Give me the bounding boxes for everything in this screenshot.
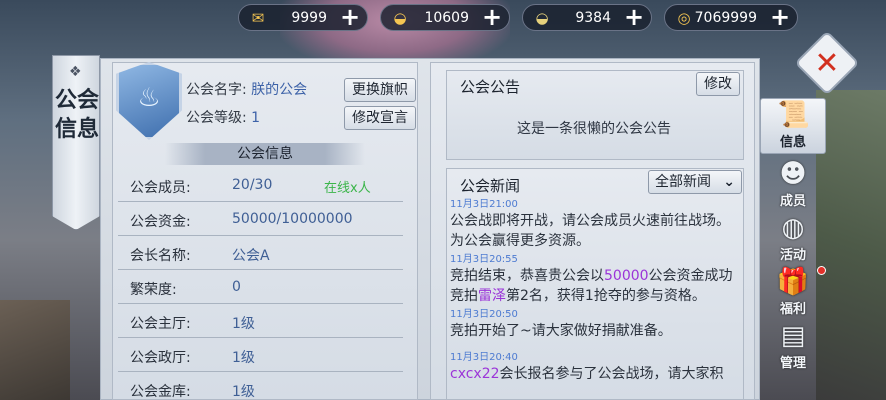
tab-info[interactable]: 📜 信息 bbox=[760, 98, 826, 154]
resource-copper-coin: ◎ 7069999 + bbox=[664, 4, 798, 31]
online-count: 在线x人 bbox=[324, 181, 371, 196]
ribbon-title: 公会信息 bbox=[54, 88, 99, 142]
news-highlight[interactable]: 雷泽 bbox=[478, 288, 506, 304]
info-key: 公会成员: bbox=[130, 180, 191, 196]
guild-level: 公会等级: 1 bbox=[186, 107, 260, 127]
tab-label: 福利 bbox=[779, 302, 806, 317]
resource-value: 7069999 bbox=[694, 10, 757, 26]
news-highlight[interactable]: cxcx22 bbox=[450, 366, 500, 382]
notification-dot bbox=[817, 266, 826, 275]
news-text: cxcx22会长报名参与了公会战场，请大家积 bbox=[450, 364, 742, 384]
info-key: 繁荣度: bbox=[130, 282, 177, 298]
resource-silver-ingot: ◒ 9384 + bbox=[522, 4, 652, 31]
guild-name-label: 公会名字: bbox=[186, 82, 247, 98]
info-row-govt-hall: 公会政厅: 1级 bbox=[118, 340, 403, 372]
info-key: 公会资金: bbox=[130, 214, 191, 230]
news-time: 11月3日20:50 bbox=[450, 309, 518, 320]
guild-info-ribbon: ❖ 公会信息 bbox=[52, 55, 100, 230]
news-text: 竞拍开始了~请大家做好捐献准备。 bbox=[450, 323, 672, 339]
info-value: 50000/10000000 bbox=[232, 211, 353, 227]
news-time: 11月3日21:00 bbox=[450, 199, 518, 210]
change-banner-button[interactable]: 更换旗帜 bbox=[344, 78, 416, 102]
resource-red-envelope: ✉ 9999 + bbox=[238, 4, 368, 31]
info-value: 1级 bbox=[232, 350, 255, 366]
tab-label: 管理 bbox=[779, 356, 806, 371]
edit-notice-button[interactable]: 修改 bbox=[696, 72, 740, 96]
tab-manage[interactable]: ▤ 管理 bbox=[760, 320, 826, 376]
info-key: 公会金库: bbox=[130, 384, 191, 400]
news-item: 11月3日20:50 竞拍开始了~请大家做好捐献准备。 bbox=[450, 308, 742, 341]
silver-ingot-icon: ◒ bbox=[535, 9, 549, 27]
news-item: 11月3日21:00 公会战即将开战，请公会成员火速前往战场。为公会赢得更多资源… bbox=[450, 198, 742, 251]
notice-title: 公会公告 bbox=[460, 78, 521, 96]
news-text-part: 竞拍结束，恭喜贵公会以 bbox=[450, 268, 604, 284]
tab-members[interactable]: ☻ 成员 bbox=[760, 158, 826, 214]
news-list[interactable]: 11月3日21:00 公会战即将开战，请公会成员火速前往战场。为公会赢得更多资源… bbox=[450, 196, 742, 400]
activity-icon: ◍ bbox=[781, 213, 805, 243]
add-resource-button[interactable]: + bbox=[481, 5, 503, 29]
info-value: 1级 bbox=[232, 384, 255, 400]
tab-label: 活动 bbox=[779, 248, 806, 263]
resource-value: 9999 bbox=[291, 10, 327, 26]
add-resource-button[interactable]: + bbox=[623, 5, 645, 29]
tab-label: 信息 bbox=[779, 135, 806, 150]
info-row-members: 公会成员: 20/30 在线x人 bbox=[118, 170, 403, 202]
info-key: 公会主厅: bbox=[130, 316, 191, 332]
resource-gold-ingot: ◒ 10609 + bbox=[380, 4, 510, 31]
resource-value: 10609 bbox=[424, 10, 469, 26]
news-text: 竞拍结束，恭喜贵公会以50000公会资金成功竞拍雷泽第2名，获得1抢夺的参与资格… bbox=[450, 266, 742, 306]
news-filter-dropdown[interactable]: 全部新闻 ⌄ bbox=[648, 170, 742, 194]
resource-value: 9384 bbox=[575, 10, 611, 26]
chevron-down-icon: ⌄ bbox=[723, 174, 735, 190]
add-resource-button[interactable]: + bbox=[769, 5, 791, 29]
info-row-funds: 公会资金: 50000/10000000 bbox=[118, 204, 403, 236]
news-time: 11月3日20:40 bbox=[450, 352, 518, 363]
background-cliff bbox=[816, 90, 886, 400]
info-value: 1级 bbox=[232, 316, 255, 332]
background-rock bbox=[0, 300, 70, 400]
tab-activity[interactable]: ◍ 活动 bbox=[760, 212, 826, 268]
info-row-treasury: 公会金库: 1级 bbox=[118, 374, 403, 400]
tab-welfare[interactable]: 🎁 福利 bbox=[760, 266, 826, 322]
notice-text: 这是一条很懒的公会公告 bbox=[517, 121, 671, 137]
guild-name-value: 朕的公会 bbox=[251, 82, 308, 98]
close-icon: ✕ bbox=[814, 45, 840, 81]
info-value[interactable]: 公会A bbox=[232, 245, 270, 265]
flame-icon: ♨ bbox=[137, 83, 161, 113]
info-value: 0 bbox=[232, 279, 241, 295]
gold-ingot-icon: ◒ bbox=[393, 9, 407, 27]
info-key: 公会政厅: bbox=[130, 350, 191, 366]
guild-info-title: 公会信息 bbox=[165, 143, 365, 165]
news-filter-label: 全部新闻 bbox=[655, 174, 711, 190]
info-row-prosperity: 繁荣度: 0 bbox=[118, 272, 403, 304]
close-button[interactable]: ✕ bbox=[794, 30, 860, 96]
copper-coin-icon: ◎ bbox=[677, 9, 691, 27]
guild-level-value: 1 bbox=[251, 110, 261, 126]
news-title: 公会新闻 bbox=[460, 177, 521, 195]
news-time: 11月3日20:55 bbox=[450, 254, 518, 265]
news-text-part: 第2名，获得1抢夺的参与资格。 bbox=[506, 288, 706, 304]
info-row-main-hall: 公会主厅: 1级 bbox=[118, 306, 403, 338]
knot-icon: ❖ bbox=[69, 64, 82, 80]
news-item: 11月3日20:55 竞拍结束，恭喜贵公会以50000公会资金成功竞拍雷泽第2名… bbox=[450, 253, 742, 306]
manage-icon: ▤ bbox=[780, 321, 806, 351]
news-text: 公会战即将开战，请公会成员火速前往战场。为公会赢得更多资源。 bbox=[450, 213, 730, 249]
members-icon: ☻ bbox=[779, 159, 807, 189]
edit-motto-button[interactable]: 修改宣言 bbox=[344, 106, 416, 130]
info-row-leader: 会长名称: 公会A bbox=[118, 238, 403, 270]
news-highlight: 50000 bbox=[604, 268, 649, 284]
tab-label: 成员 bbox=[779, 194, 806, 209]
news-text-part: 会长报名参与了公会战场，请大家积 bbox=[499, 366, 724, 382]
news-item: 11月3日20:40 cxcx22会长报名参与了公会战场，请大家积 bbox=[450, 351, 742, 384]
scroll-icon: 📜 bbox=[777, 100, 811, 130]
guild-name: 公会名字: 朕的公会 bbox=[186, 79, 307, 99]
info-value: 20/30 bbox=[232, 177, 273, 193]
guild-level-label: 公会等级: bbox=[186, 110, 247, 126]
red-envelope-icon: ✉ bbox=[251, 9, 265, 27]
info-key: 会长名称: bbox=[130, 248, 191, 264]
add-resource-button[interactable]: + bbox=[339, 5, 361, 29]
